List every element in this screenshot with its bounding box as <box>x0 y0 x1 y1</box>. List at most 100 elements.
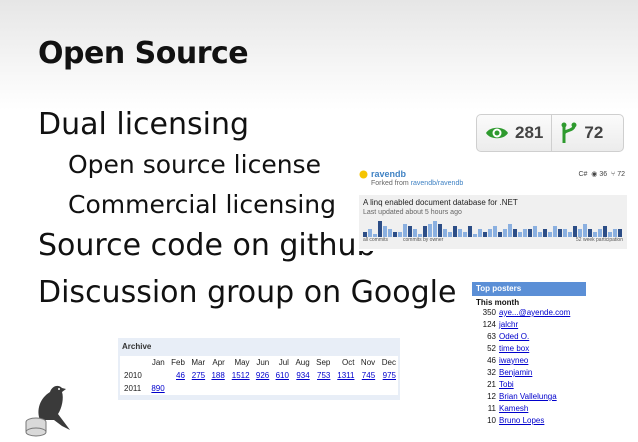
poster-count: 46 <box>487 356 496 365</box>
archive-month-label: May <box>234 358 250 367</box>
archive-count-link[interactable]: 890 <box>151 384 164 393</box>
participation-bar <box>563 229 567 237</box>
participation-bar <box>493 226 497 237</box>
poster-count: 124 <box>482 320 496 329</box>
poster-count: 350 <box>482 308 496 317</box>
participation-bar <box>583 224 587 237</box>
github-stats-badge: 281 72 <box>476 114 624 152</box>
archive-count-link[interactable]: 275 <box>192 371 205 380</box>
poster-row: 21 Tobi <box>476 379 586 391</box>
poster-name-link[interactable]: time box <box>499 344 529 353</box>
bullet-commercial-licensing: Commercial licensing <box>68 190 337 219</box>
archive-cell: 975 <box>377 369 398 382</box>
bullet-source-code-github: Source code on github <box>38 228 376 263</box>
participation-bar <box>558 229 562 237</box>
participation-bar <box>578 229 582 237</box>
participation-bar <box>403 224 407 237</box>
bullet-open-source-license: Open source license <box>68 150 321 179</box>
top-posters-period: This month <box>476 298 520 307</box>
repo-forks: 72 <box>617 171 625 178</box>
poster-name-link[interactable]: aye...@ayende.com <box>499 308 570 317</box>
participation-bar <box>618 229 622 237</box>
watchers-button[interactable]: 281 <box>477 115 551 151</box>
participation-bar <box>533 226 537 237</box>
participation-bar <box>418 234 422 237</box>
archive-table: Jan Feb Mar Apr May Jun Jul Aug Sep Oct Nov Dec 201… <box>120 356 398 395</box>
poster-row: 350 aye...@ayende.com <box>476 307 586 319</box>
forks-button[interactable]: 72 <box>552 115 611 151</box>
archive-count-link[interactable]: 975 <box>383 371 396 380</box>
bullet-dual-licensing: Dual licensing <box>38 107 250 142</box>
archive-cell <box>252 382 272 395</box>
archive-header: Archive <box>122 342 152 351</box>
archive-month-label: Sep <box>316 358 331 367</box>
poster-name-link[interactable]: Kamesh <box>499 404 528 413</box>
poster-name-link[interactable]: Tobi <box>499 380 514 389</box>
archive-cell <box>147 369 167 382</box>
participation-bar <box>423 226 427 237</box>
archive-year-row: 2010 46 275 188 1512 926 610 934 753 1311 745 975 <box>120 369 398 382</box>
archive-count-link[interactable]: 46 <box>176 371 185 380</box>
poster-count: 63 <box>487 332 496 341</box>
archive-count-link[interactable]: 745 <box>362 371 375 380</box>
repo-eye-icon: ◉ <box>591 171 598 178</box>
archive-month-label: Oct <box>342 358 355 367</box>
repo-card: ravendb Forked from ravendb/ravendb C# ◉… <box>357 167 629 251</box>
poster-name-link[interactable]: Benjamin <box>499 368 532 377</box>
archive-month-label: Dec <box>381 358 396 367</box>
participation-bar <box>513 229 517 237</box>
poster-name-link[interactable]: Brian Vallelunga <box>499 392 557 401</box>
poster-row: 12 Brian Vallelunga <box>476 391 586 403</box>
poster-name-link[interactable]: iwayneo <box>499 356 528 365</box>
poster-name-link[interactable]: jalchr <box>499 320 518 329</box>
repo-watchers: 36 <box>599 171 608 178</box>
poster-row: 52 time box <box>476 343 586 355</box>
repo-name-link[interactable]: ravendb <box>371 169 406 179</box>
participation-bar <box>518 232 522 237</box>
archive-cell: 1512 <box>227 369 252 382</box>
poster-name-link[interactable]: Oded O. <box>499 332 529 341</box>
participation-bar <box>488 229 492 237</box>
participation-bar <box>573 226 577 237</box>
participation-bar <box>373 234 377 237</box>
top-posters-panel: Top posters This month 350 aye...@ayende.… <box>472 282 586 428</box>
poster-count: 11 <box>487 404 496 413</box>
archive-count-link[interactable]: 1311 <box>337 371 354 380</box>
participation-bar <box>363 232 367 237</box>
fork-icon <box>561 122 577 143</box>
participation-bar <box>593 232 597 237</box>
archive-count-link[interactable]: 753 <box>317 371 330 380</box>
graph-legend-all: all commits <box>363 237 389 243</box>
archive-month-row: Jan Feb Mar Apr May Jun Jul Aug Sep Oct Nov Dec <box>120 356 398 369</box>
bullet-discussion-group: Discussion group on Google <box>38 275 457 310</box>
participation-bar <box>523 229 527 237</box>
participation-bar <box>503 229 507 237</box>
participation-bar <box>393 232 397 237</box>
participation-bar <box>588 229 592 237</box>
archive-count-link[interactable]: 1512 <box>232 371 250 380</box>
participation-bar <box>498 232 502 237</box>
forked-from-link[interactable]: ravendb/ravendb <box>411 180 464 187</box>
archive-month-label: Aug <box>295 358 310 367</box>
participation-bar <box>613 229 617 237</box>
participation-bar <box>553 226 557 237</box>
repo-stats: C# ◉ 36 ⑂ 72 <box>578 170 625 178</box>
archive-count-link[interactable]: 188 <box>211 371 224 380</box>
participation-bar <box>428 224 432 237</box>
participation-bar <box>608 232 612 237</box>
participation-bar <box>433 221 437 237</box>
slide-title: Open Source <box>38 36 249 71</box>
archive-cell: 275 <box>187 369 207 382</box>
repo-description-box: A linq enabled document database for .NE… <box>359 195 627 249</box>
participation-bar <box>538 232 542 237</box>
poster-row: 10 Bruno Lopes <box>476 415 586 427</box>
archive-cell <box>167 382 187 395</box>
archive-count-link[interactable]: 926 <box>256 371 269 380</box>
archive-count-link[interactable]: 934 <box>296 371 309 380</box>
archive-cell <box>271 382 291 395</box>
forked-prefix: Forked from <box>371 180 411 187</box>
poster-name-link[interactable]: Bruno Lopes <box>499 416 544 425</box>
poster-count: 32 <box>487 368 496 377</box>
archive-cell: 745 <box>356 369 377 382</box>
archive-count-link[interactable]: 610 <box>276 371 289 380</box>
